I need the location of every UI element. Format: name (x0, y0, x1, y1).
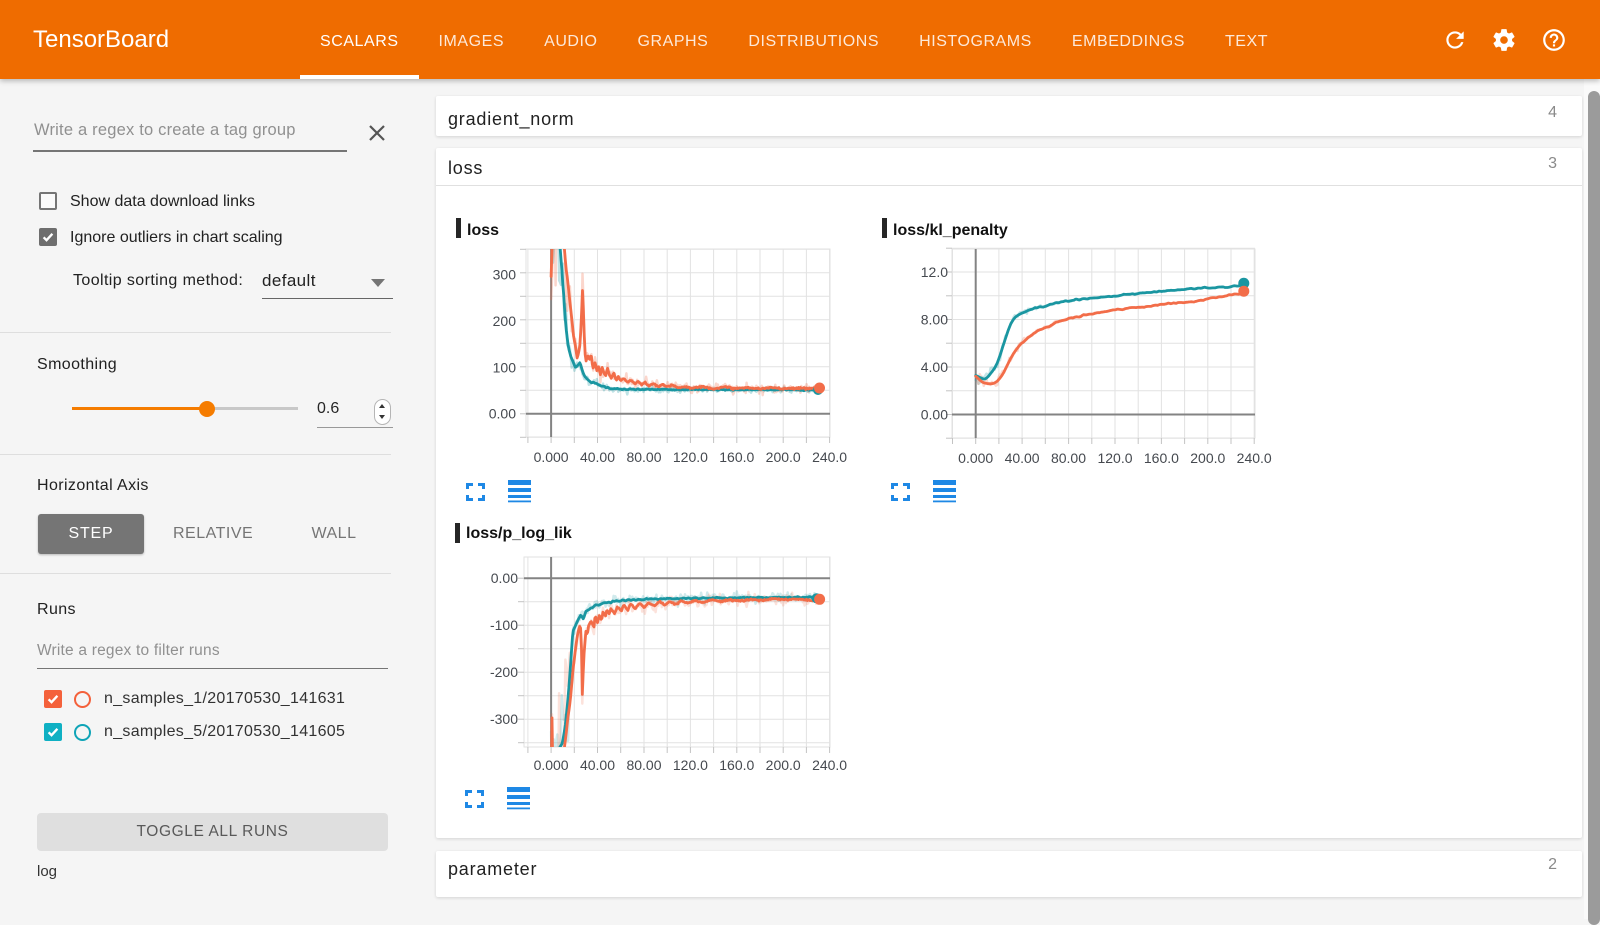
svg-text:300: 300 (493, 266, 517, 282)
svg-text:240.0: 240.0 (812, 757, 847, 773)
svg-text:40.00: 40.00 (580, 757, 615, 773)
svg-text:160.0: 160.0 (719, 757, 754, 773)
svg-text:0.00: 0.00 (489, 406, 516, 422)
svg-text:120.0: 120.0 (1097, 450, 1132, 466)
svg-text:8.00: 8.00 (921, 312, 948, 328)
svg-text:80.00: 80.00 (626, 449, 661, 465)
svg-text:4.00: 4.00 (921, 359, 948, 375)
svg-text:120.0: 120.0 (673, 449, 708, 465)
svg-text:0.000: 0.000 (958, 450, 993, 466)
svg-text:40.00: 40.00 (580, 449, 615, 465)
svg-text:80.00: 80.00 (1051, 450, 1086, 466)
svg-text:200.0: 200.0 (766, 449, 801, 465)
svg-text:200.0: 200.0 (766, 757, 801, 773)
svg-text:0.00: 0.00 (921, 407, 948, 423)
svg-text:160.0: 160.0 (1144, 450, 1179, 466)
svg-text:80.00: 80.00 (626, 757, 661, 773)
svg-text:120.0: 120.0 (673, 757, 708, 773)
svg-text:160.0: 160.0 (719, 449, 754, 465)
svg-text:200: 200 (493, 313, 517, 329)
svg-text:-100: -100 (490, 617, 518, 633)
svg-text:0.000: 0.000 (534, 757, 569, 773)
svg-text:100: 100 (493, 359, 517, 375)
svg-text:240.0: 240.0 (812, 449, 847, 465)
svg-text:0.000: 0.000 (534, 449, 569, 465)
svg-text:240.0: 240.0 (1237, 450, 1272, 466)
svg-text:200.0: 200.0 (1190, 450, 1225, 466)
svg-text:-200: -200 (490, 664, 518, 680)
svg-text:40.00: 40.00 (1005, 450, 1040, 466)
svg-text:0.00: 0.00 (491, 570, 518, 586)
svg-text:-300: -300 (490, 711, 518, 727)
svg-text:12.0: 12.0 (921, 264, 948, 280)
